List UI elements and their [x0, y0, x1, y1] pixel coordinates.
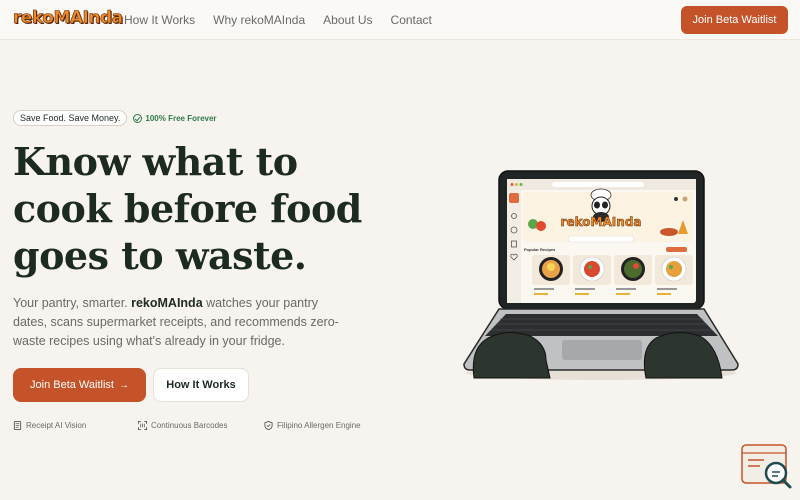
feature-barcodes: Continuous Barcodes [138, 421, 264, 430]
top-nav: rekoMAInda How It Works Why rekoMAInda A… [0, 0, 800, 40]
hero-badges: Save Food. Save Money. 100% Free Forever [13, 110, 217, 126]
receipt-icon [13, 421, 22, 430]
app-sidebar [507, 190, 521, 303]
home-nav-icon [509, 193, 519, 203]
nav-join-waitlist-button[interactable]: Join Beta Waitlist [681, 6, 788, 34]
free-forever-badge: 100% Free Forever [133, 113, 217, 123]
popular-recipes-title: Popular Recipes [524, 247, 556, 252]
save-food-badge: Save Food. Save Money. [13, 110, 128, 126]
profile-avatar [682, 196, 688, 202]
arrow-right-icon: → [118, 379, 129, 391]
window-dot-green [519, 183, 523, 186]
cooking-pot [660, 228, 678, 236]
nav-link-contact[interactable]: Contact [391, 13, 432, 27]
hero-headline: Know what to cook before food goes to wa… [13, 138, 393, 279]
headline-line-1: Know what to [13, 139, 298, 184]
mascot-eye-patch-right [602, 201, 608, 209]
feature-allergen-label: Filipino Allergen Engine [277, 421, 361, 430]
window-dot-yellow [515, 183, 518, 186]
nav-link-why[interactable]: Why rekoMAInda [213, 13, 305, 27]
how-it-works-button[interactable]: How It Works [153, 368, 249, 402]
description-brand: rekoMAInda [131, 296, 203, 310]
browser-url-bar [552, 182, 644, 187]
veggie-tomato [536, 221, 546, 231]
nav-link-about-us[interactable]: About Us [323, 13, 372, 27]
hero-description: Your pantry, smarter. rekoMAInda watches… [13, 294, 343, 351]
join-waitlist-button[interactable]: Join Beta Waitlist → [13, 368, 146, 402]
feature-allergen: Filipino Allergen Engine [264, 421, 361, 430]
join-waitlist-label: Join Beta Waitlist [30, 379, 114, 391]
shield-check-icon [264, 421, 273, 430]
app-logo: rekoMAInda [561, 215, 642, 229]
headline-line-3: goes to waste. [13, 233, 307, 278]
free-forever-label: 100% Free Forever [145, 113, 217, 123]
app-search-bar [567, 235, 635, 243]
trackpad [562, 340, 642, 360]
check-circle-icon [133, 113, 143, 123]
feature-barcodes-label: Continuous Barcodes [151, 421, 228, 430]
feature-receipt-label: Receipt AI Vision [26, 421, 87, 430]
window-dot-red [510, 183, 514, 186]
nav-link-how-it-works[interactable]: How It Works [124, 13, 195, 27]
bell-icon [674, 197, 678, 201]
barcode-scan-icon [138, 421, 147, 430]
mascot-eye-patch-left [594, 201, 600, 209]
headline-line-2: cook before food [13, 186, 362, 231]
logo[interactable]: rekoMAInda [13, 8, 124, 29]
feature-list: Receipt AI Vision Continuous Barcodes Fi… [13, 421, 361, 430]
feature-receipt: Receipt AI Vision [13, 421, 138, 430]
search-chat-widget-icon[interactable] [741, 443, 793, 489]
nav-links: How It Works Why rekoMAInda About Us Con… [124, 13, 450, 27]
laptop-illustration: rekoMAInda Popular Recipes [463, 170, 739, 380]
description-intro: Your pantry, smarter. [13, 296, 132, 310]
see-all-pill [666, 247, 687, 252]
